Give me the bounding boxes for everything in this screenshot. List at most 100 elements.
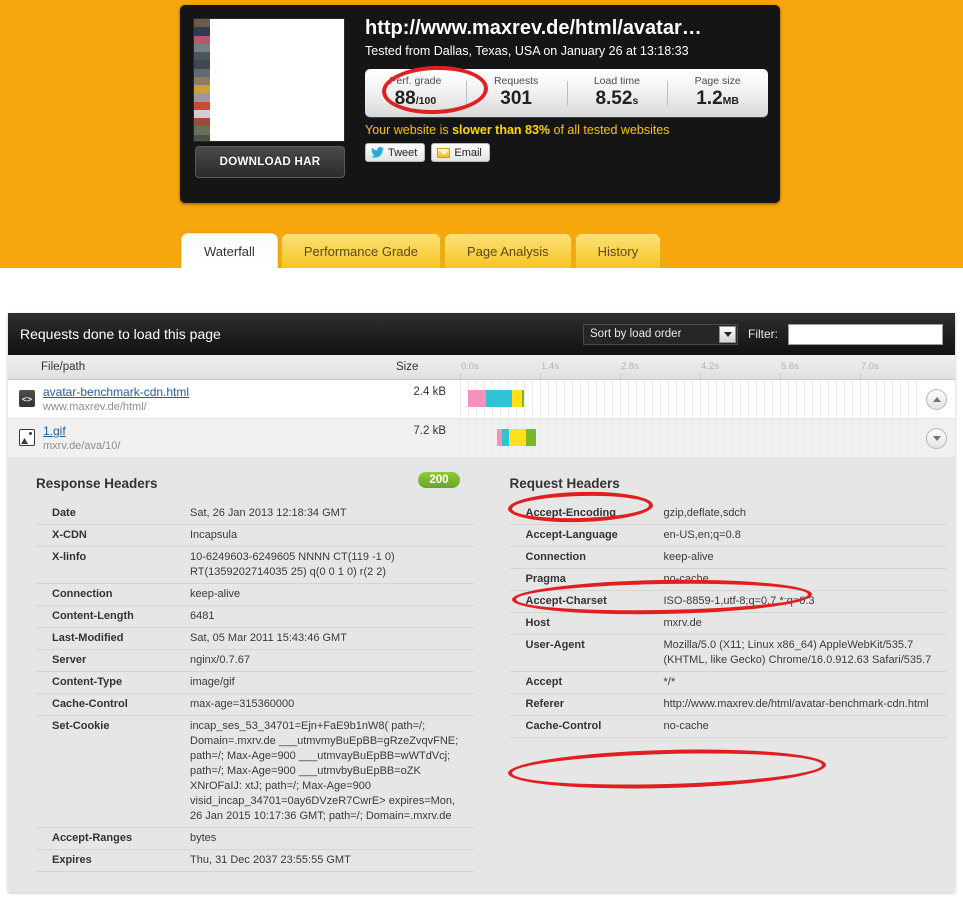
timeline-tick xyxy=(540,373,541,379)
tweet-button[interactable]: Tweet xyxy=(365,143,426,162)
timeline-tick xyxy=(700,373,701,379)
email-button[interactable]: Email xyxy=(431,143,490,162)
status-badge: 200 xyxy=(418,472,460,488)
filter-input[interactable] xyxy=(788,323,943,345)
header-row: Last-Modified Sat, 05 Mar 2011 15:43:46 G… xyxy=(36,627,474,650)
header-row: Host mxrv.de xyxy=(509,612,947,635)
header-value: keep-alive xyxy=(659,546,947,569)
timeline-tick-label: 7.0s xyxy=(861,361,879,372)
header-value: no-cache xyxy=(659,715,947,738)
header-row: Set-Cookie incap_ses_53_34701=Ejn+FaE9b1n… xyxy=(36,715,474,828)
header-row: Accept-Language en-US,en;q=0.8 xyxy=(509,524,947,547)
table-row[interactable]: 1.gif mxrv.de/ava/10/ 7.2 kB xyxy=(8,419,955,458)
waterfall-bar[interactable] xyxy=(468,390,524,407)
request-headers-title: Request Headers xyxy=(509,476,620,491)
requests-panel-title: Requests done to load this page xyxy=(20,326,221,342)
header-row: Date Sat, 26 Jan 2013 12:18:34 GMT xyxy=(36,503,474,525)
waterfall-cell xyxy=(460,380,917,418)
header-value: bytes xyxy=(186,827,474,850)
tab-label: History xyxy=(597,243,639,259)
header-value: Sat, 05 Mar 2011 15:43:46 GMT xyxy=(186,627,474,650)
header-key: Connection xyxy=(36,583,186,606)
response-headers-column: Response Headers 200 Date Sat, 26 Jan 201… xyxy=(8,470,482,872)
header-row: User-Agent Mozilla/5.0 (X11; Linux x86_64… xyxy=(509,634,947,672)
header-row: Accept-Encoding gzip,deflate,sdch xyxy=(509,503,947,525)
response-headers-title: Response Headers xyxy=(36,476,158,491)
row-collapse-button[interactable] xyxy=(926,389,947,410)
column-header-size: Size xyxy=(396,361,419,373)
header-row: Accept-Ranges bytes xyxy=(36,827,474,850)
stat-requests: Requests 301 xyxy=(465,75,567,112)
stat-label: Page size xyxy=(694,74,741,87)
filter-label: Filter: xyxy=(748,327,778,341)
header-row: Content-Type image/gif xyxy=(36,671,474,694)
tab-page-analysis[interactable]: Page Analysis xyxy=(443,233,572,268)
download-har-label: DOWNLOAD HAR xyxy=(219,156,321,168)
stat-value: 88 xyxy=(394,87,416,109)
bar-segment-receive xyxy=(522,390,524,407)
header-row: X-linfo 10-6249603-6249605 NNNN CT(119 -1… xyxy=(36,546,474,584)
timeline-tick xyxy=(460,373,461,379)
stat-page-size: Page size 1.2MB xyxy=(667,75,768,112)
image-file-icon xyxy=(19,429,35,446)
request-file-link[interactable]: 1.gif xyxy=(43,424,66,438)
request-headers-column: Request Headers Accept-Encoding gzip,defl… xyxy=(482,470,956,872)
stat-value: 8.52 xyxy=(595,87,633,109)
timeline-tick-minor xyxy=(500,376,501,379)
timeline-tick-minor xyxy=(900,376,901,379)
request-file-link[interactable]: avatar-benchmark-cdn.html xyxy=(43,385,189,399)
header-value: nginx/0.7.67 xyxy=(186,649,474,672)
header-value: Sat, 26 Jan 2013 12:18:34 GMT xyxy=(186,503,474,525)
sort-order-value: Sort by load order xyxy=(590,328,682,340)
header-value: http://www.maxrev.de/html/avatar-benchma… xyxy=(659,693,947,716)
header-value: Incapsula xyxy=(186,524,474,547)
tab-performance-grade[interactable]: Performance Grade xyxy=(280,233,441,268)
waterfall-bar[interactable] xyxy=(497,429,536,446)
header-value: max-age=315360000 xyxy=(186,693,474,716)
download-har-button[interactable]: DOWNLOAD HAR xyxy=(195,146,345,178)
email-label: Email xyxy=(454,146,482,159)
tab-label: Page Analysis xyxy=(466,243,549,259)
requests-column-header: File/path Size 0.0s 1.4s 2.8s 4.2s 5.6s … xyxy=(8,355,955,380)
twitter-bird-icon xyxy=(371,147,384,158)
tab-waterfall[interactable]: Waterfall xyxy=(181,233,278,268)
tab-label: Waterfall xyxy=(204,243,255,259)
chevron-down-icon[interactable] xyxy=(719,325,736,343)
comparison-prefix: Your website is xyxy=(365,123,453,137)
envelope-icon xyxy=(437,147,451,158)
stat-label: Load time xyxy=(593,74,640,87)
header-key: Referer xyxy=(509,693,660,716)
header-key: Set-Cookie xyxy=(36,715,186,828)
header-value: */* xyxy=(659,671,947,694)
header-key: X-linfo xyxy=(36,546,186,584)
sort-order-select[interactable]: Sort by load order xyxy=(583,323,738,345)
header-row: Connection keep-alive xyxy=(36,583,474,606)
column-header-file: File/path xyxy=(41,361,86,373)
timeline-tick-minor xyxy=(580,376,581,379)
bar-segment-wait xyxy=(512,390,522,407)
request-size: 2.4 kB xyxy=(413,386,446,398)
header-key: Accept-Charset xyxy=(509,590,660,613)
request-file-path: mxrv.de/ava/10/ xyxy=(43,440,121,452)
tab-history[interactable]: History xyxy=(574,233,662,268)
row-expand-button[interactable] xyxy=(926,428,947,449)
timeline-tick-label: 0.0s xyxy=(461,361,479,372)
header-row: Expires Thu, 31 Dec 2037 23:55:55 GMT xyxy=(36,849,474,872)
result-tabs: Waterfall Performance Grade Page Analysi… xyxy=(181,233,664,268)
table-row[interactable]: <> avatar-benchmark-cdn.html www.maxrev.… xyxy=(8,380,955,419)
header-key: Content-Length xyxy=(36,605,186,628)
header-key: Accept-Ranges xyxy=(36,827,186,850)
header-row: Accept-Charset ISO-8859-1,utf-8;q=0.7,*;q… xyxy=(509,590,947,613)
stat-unit: s xyxy=(632,94,639,107)
response-headers-table: Date Sat, 26 Jan 2013 12:18:34 GMT X-CDN I… xyxy=(36,503,474,872)
header-value: 6481 xyxy=(186,605,474,628)
requests-panel: Requests done to load this page Sort by … xyxy=(8,313,955,892)
header-key: X-CDN xyxy=(36,524,186,547)
stat-unit: /100 xyxy=(415,94,437,107)
header-key: Accept xyxy=(509,671,660,694)
header-key: User-Agent xyxy=(509,634,660,672)
bar-segment-wait xyxy=(509,429,526,446)
header-value: no-cache xyxy=(659,568,947,591)
header-key: Connection xyxy=(509,546,660,569)
chevron-up-icon xyxy=(932,397,941,402)
